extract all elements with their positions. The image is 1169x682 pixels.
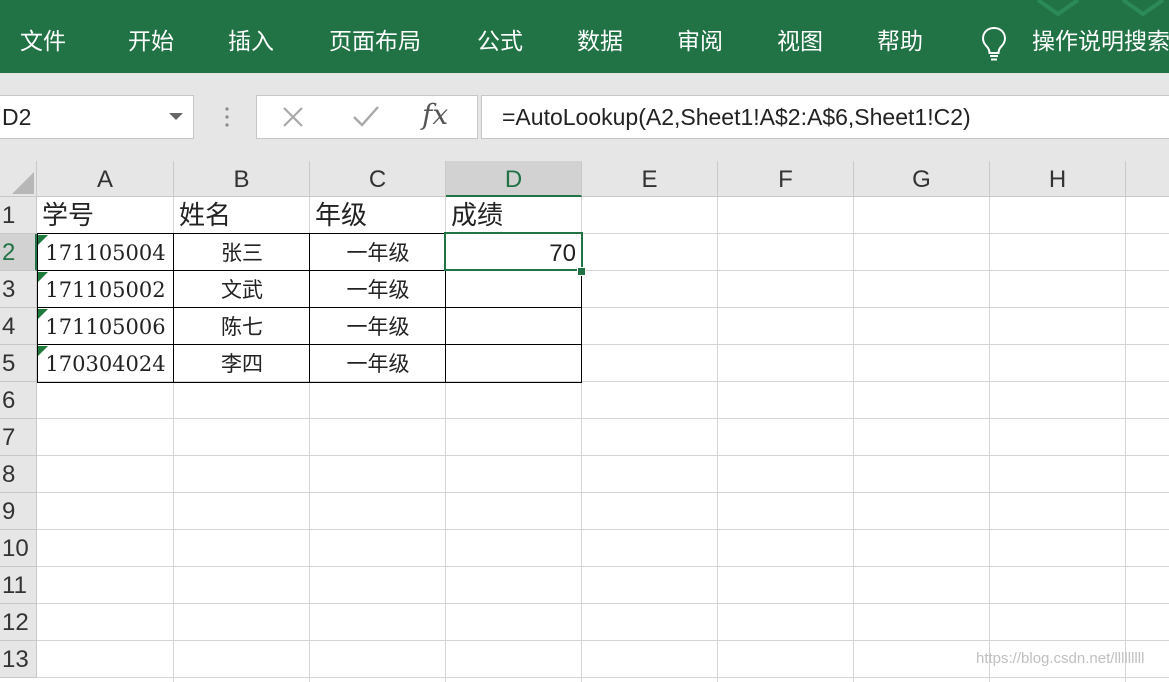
cell-b4[interactable]: 陈七 [174,308,310,345]
tab-insert[interactable]: 插入 [228,20,274,64]
tab-review[interactable]: 审阅 [677,20,723,64]
formula-text: =AutoLookup(A2,Sheet1!A$2:A$6,Sheet1!C2) [502,104,971,130]
name-box[interactable]: D2 [0,95,194,139]
active-cell-border [444,232,583,271]
gridline [37,640,1169,641]
row-header-7[interactable]: 7 [0,419,37,456]
cell-d1[interactable]: 成绩 [446,197,582,234]
column-header-c[interactable]: C [310,161,446,197]
ribbon-decoration [1036,0,1165,17]
row-header-13[interactable]: 13 [0,641,37,678]
row-header-11[interactable]: 11 [0,567,37,604]
cell-d3[interactable] [446,271,582,308]
gridline [37,529,1169,530]
cell-a4-value: 171105006 [45,315,166,339]
error-indicator-icon [38,309,48,319]
gridline [37,566,1169,567]
tab-file[interactable]: 文件 [20,20,66,64]
cell-a3-value: 171105002 [45,278,166,302]
chevron-down-icon[interactable] [168,112,184,122]
fill-handle[interactable] [577,267,586,276]
cell-c1[interactable]: 年级 [310,197,446,234]
cell-d5[interactable] [446,345,582,382]
insert-function-icon[interactable]: fx [422,98,448,131]
cell-a5[interactable]: 170304024 [37,345,174,382]
row-header-1[interactable]: 1 [0,197,37,234]
column-header-h[interactable]: H [990,161,1126,197]
row-header-8[interactable]: 8 [0,456,37,493]
table-border [37,233,38,383]
tab-view[interactable]: 视图 [777,20,823,64]
drag-handle-icon[interactable] [224,105,230,129]
column-header-f[interactable]: F [718,161,854,197]
table-border [173,233,174,383]
column-header-a[interactable]: A [37,161,174,197]
row-header-9[interactable]: 9 [0,493,37,530]
ribbon-tab-bar: 文件 开始 插入 页面布局 公式 数据 审阅 视图 帮助 操作说明搜索 [0,0,1169,73]
tab-data[interactable]: 数据 [577,20,623,64]
cell-b5[interactable]: 李四 [174,345,310,382]
formula-input[interactable]: =AutoLookup(A2,Sheet1!A$2:A$6,Sheet1!C2) [481,95,1169,139]
gridline [37,603,1169,604]
tell-me-search[interactable]: 操作说明搜索 [1032,20,1169,64]
watermark: https://blog.csdn.net/lllllllll [976,650,1145,667]
tab-home[interactable]: 开始 [128,20,174,64]
cell-a4[interactable]: 171105006 [37,308,174,345]
cell-d4[interactable] [446,308,582,345]
row-header-2[interactable]: 2 [0,234,37,271]
column-header-partial[interactable] [1126,161,1169,197]
gridline [37,455,1169,456]
cell-b3[interactable]: 文武 [174,271,310,308]
error-indicator-icon [38,272,48,282]
row-header-5[interactable]: 5 [0,345,37,382]
cell-a5-value: 170304024 [45,352,166,376]
row-header-3[interactable]: 3 [0,271,37,308]
cell-a3[interactable]: 171105002 [37,271,174,308]
row-header-10[interactable]: 10 [0,530,37,567]
gridline [37,418,1169,419]
row-header-4[interactable]: 4 [0,308,37,345]
cell-a2-value: 171105004 [45,241,166,265]
tab-help[interactable]: 帮助 [877,20,923,64]
column-header-b[interactable]: B [174,161,310,197]
lightbulb-icon[interactable] [980,26,1008,62]
row-header-6[interactable]: 6 [0,382,37,419]
enter-icon[interactable] [352,104,380,128]
cell-c2[interactable]: 一年级 [310,234,446,271]
error-indicator-icon [38,235,48,245]
cell-c4[interactable]: 一年级 [310,308,446,345]
column-header-d[interactable]: D [446,161,582,197]
spreadsheet-grid[interactable]: A B C D E F G H 1 2 3 4 5 6 7 8 9 10 11 … [0,161,1169,682]
gridline [37,492,1169,493]
error-indicator-icon [38,346,48,356]
cell-c5[interactable]: 一年级 [310,345,446,382]
select-all-icon [12,172,34,194]
row-header-12[interactable]: 12 [0,604,37,641]
cancel-icon[interactable] [281,105,305,129]
gridline [37,677,1169,678]
cell-b2[interactable]: 张三 [174,234,310,271]
column-header-e[interactable]: E [582,161,718,197]
cell-c3[interactable]: 一年级 [310,271,446,308]
cell-a1[interactable]: 学号 [37,197,174,234]
name-box-value: D2 [2,104,32,130]
tab-page-layout[interactable]: 页面布局 [329,20,421,64]
cell-b1[interactable]: 姓名 [174,197,310,234]
column-header-g[interactable]: G [854,161,990,197]
cell-a2[interactable]: 171105004 [37,234,174,271]
select-all-button[interactable] [0,161,37,197]
tab-formulas[interactable]: 公式 [477,20,523,64]
table-border [309,233,310,383]
